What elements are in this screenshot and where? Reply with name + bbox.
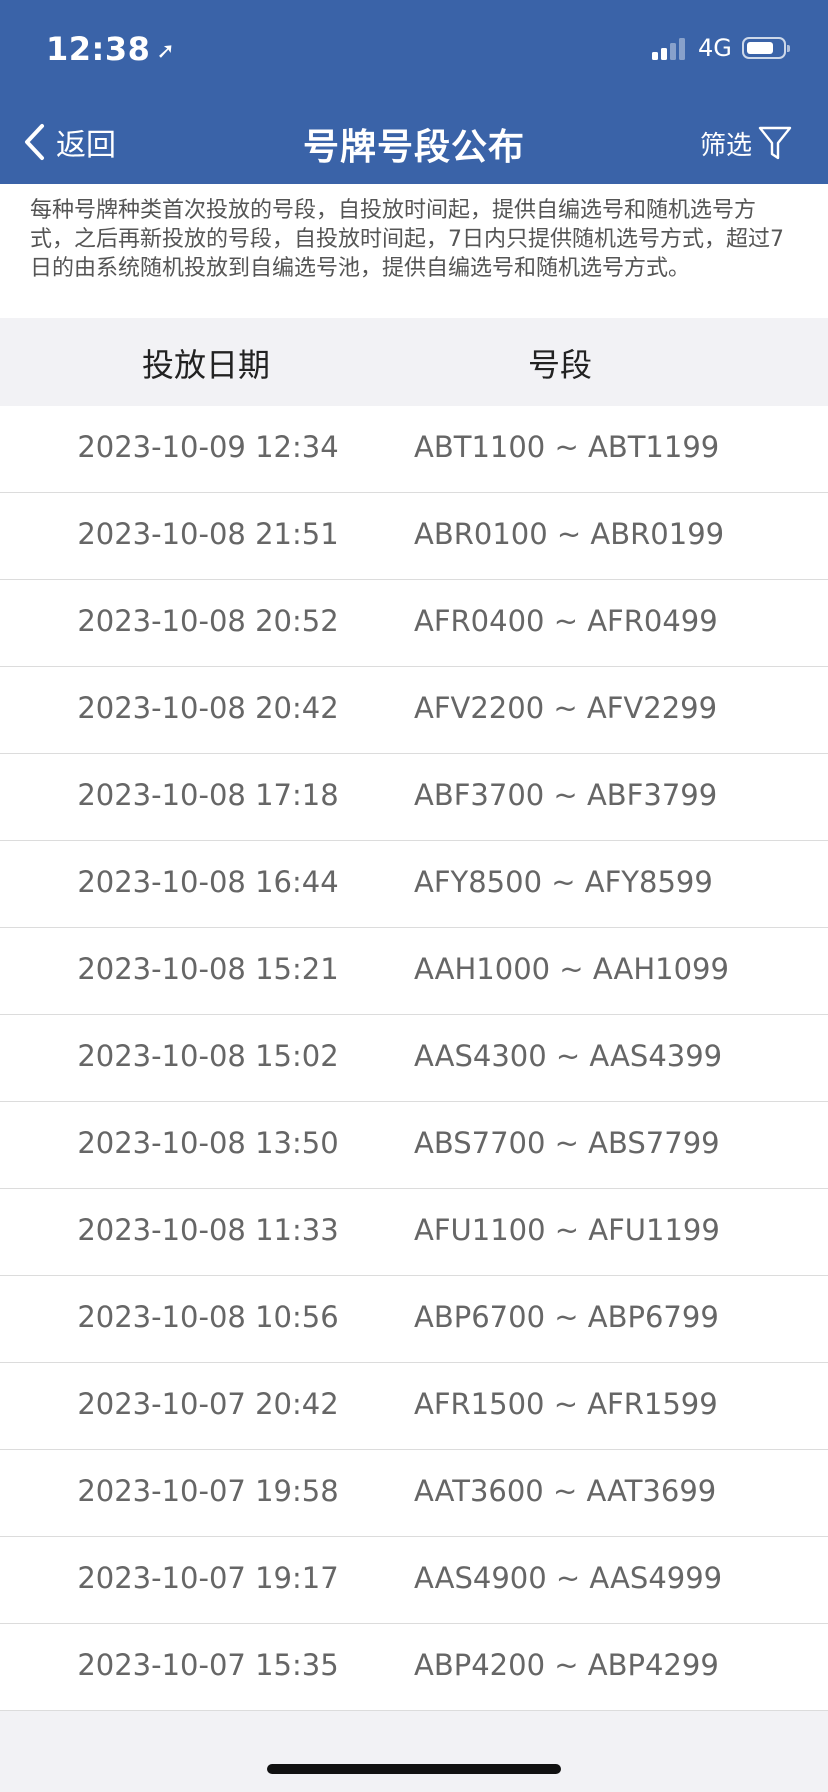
release-date: 2023-10-07 15:35 [77, 1648, 339, 1682]
release-date: 2023-10-08 11:33 [77, 1213, 339, 1247]
plate-range: ABT1100 ~ ABT1199 [414, 430, 720, 464]
plate-range: AAS4900 ~ AAS4999 [414, 1561, 723, 1595]
status-time: 12:38 ➚ [46, 30, 175, 68]
header-range: 号段 [527, 346, 592, 384]
table-row[interactable]: 2023-10-08 11:33 AFU1100 ~ AFU1199 [0, 1189, 828, 1276]
table-row[interactable]: 2023-10-09 12:34 ABT1100 ~ ABT1199 [0, 406, 828, 493]
signal-strength-icon [652, 36, 690, 60]
release-date: 2023-10-08 20:42 [77, 691, 339, 725]
plate-range: ABR0100 ~ ABR0199 [414, 517, 725, 551]
home-indicator[interactable] [267, 1764, 561, 1774]
table-row[interactable]: 2023-10-08 15:02 AAS4300 ~ AAS4399 [0, 1015, 828, 1102]
release-date: 2023-10-07 19:17 [77, 1561, 339, 1595]
plate-range: ABF3700 ~ ABF3799 [414, 778, 718, 812]
table-row[interactable]: 2023-10-08 20:52 AFR0400 ~ AFR0499 [0, 580, 828, 667]
battery-icon [742, 37, 790, 59]
table-row[interactable]: 2023-10-08 20:42 AFV2200 ~ AFV2299 [0, 667, 828, 754]
plate-range: AAS4300 ~ AAS4399 [414, 1039, 723, 1073]
status-time-text: 12:38 [46, 30, 151, 68]
app-header: 12:38 ➚ 4G 返回 号牌号段公布 筛选 [0, 0, 828, 184]
plate-range: AFR0400 ~ AFR0499 [414, 604, 718, 638]
table-row[interactable]: 2023-10-07 20:42 AFR1500 ~ AFR1599 [0, 1363, 828, 1450]
release-date: 2023-10-08 16:44 [77, 865, 339, 899]
header-date: 投放日期 [141, 346, 270, 384]
table-row[interactable]: 2023-10-08 15:21 AAH1000 ~ AAH1099 [0, 928, 828, 1015]
release-date: 2023-10-07 20:42 [77, 1387, 339, 1421]
filter-label: 筛选 [699, 130, 752, 161]
filter-button[interactable]: 筛选 [700, 120, 792, 166]
plate-range: ABP4200 ~ ABP4299 [414, 1648, 719, 1682]
table-header: 投放日期 号段 [0, 318, 828, 407]
plate-range: AFR1500 ~ AFR1599 [414, 1387, 718, 1421]
plate-range: AFU1100 ~ AFU1199 [414, 1213, 720, 1247]
table-row[interactable]: 2023-10-08 17:18 ABF3700 ~ ABF3799 [0, 754, 828, 841]
release-date: 2023-10-08 17:18 [77, 778, 339, 812]
table-row[interactable]: 2023-10-08 13:50 ABS7700 ~ ABS7799 [0, 1102, 828, 1189]
plate-range: AFV2200 ~ AFV2299 [414, 691, 718, 725]
plate-range: AAT3600 ~ AAT3699 [414, 1474, 717, 1508]
funnel-icon [758, 126, 792, 160]
plate-range: ABP6700 ~ ABP6799 [414, 1300, 719, 1334]
number-segment-list: 2023-10-09 12:34 ABT1100 ~ ABT1199 2023-1… [0, 406, 828, 1711]
table-row[interactable]: 2023-10-07 15:35 ABP4200 ~ ABP4299 [0, 1624, 828, 1711]
location-arrow-icon: ➚ [156, 38, 176, 64]
plate-range: AFY8500 ~ AFY8599 [414, 865, 713, 899]
table-row[interactable]: 2023-10-07 19:17 AAS4900 ~ AAS4999 [0, 1537, 828, 1624]
table-row[interactable]: 2023-10-07 19:58 AAT3600 ~ AAT3699 [0, 1450, 828, 1537]
release-date: 2023-10-08 21:51 [77, 517, 339, 551]
network-type: 4G [698, 34, 732, 62]
release-date: 2023-10-08 15:21 [77, 952, 339, 986]
table-row[interactable]: 2023-10-08 16:44 AFY8500 ~ AFY8599 [0, 841, 828, 928]
release-date: 2023-10-08 13:50 [77, 1126, 339, 1160]
release-date: 2023-10-07 19:58 [77, 1474, 339, 1508]
release-date: 2023-10-09 12:34 [77, 430, 339, 464]
navigation-bar: 返回 号牌号段公布 筛选 [0, 100, 828, 184]
plate-range: ABS7700 ~ ABS7799 [414, 1126, 720, 1160]
release-date: 2023-10-08 10:56 [77, 1300, 339, 1334]
notice-text: 每种号牌种类首次投放的号段，自投放时间起，提供自编选号和随机选号方式，之后再新投… [0, 184, 828, 318]
release-date: 2023-10-08 20:52 [77, 604, 339, 638]
table-row[interactable]: 2023-10-08 21:51 ABR0100 ~ ABR0199 [0, 493, 828, 580]
status-bar: 12:38 ➚ 4G [0, 0, 828, 100]
table-row[interactable]: 2023-10-08 10:56 ABP6700 ~ ABP6799 [0, 1276, 828, 1363]
plate-range: AAH1000 ~ AAH1099 [414, 952, 729, 986]
release-date: 2023-10-08 15:02 [77, 1039, 339, 1073]
